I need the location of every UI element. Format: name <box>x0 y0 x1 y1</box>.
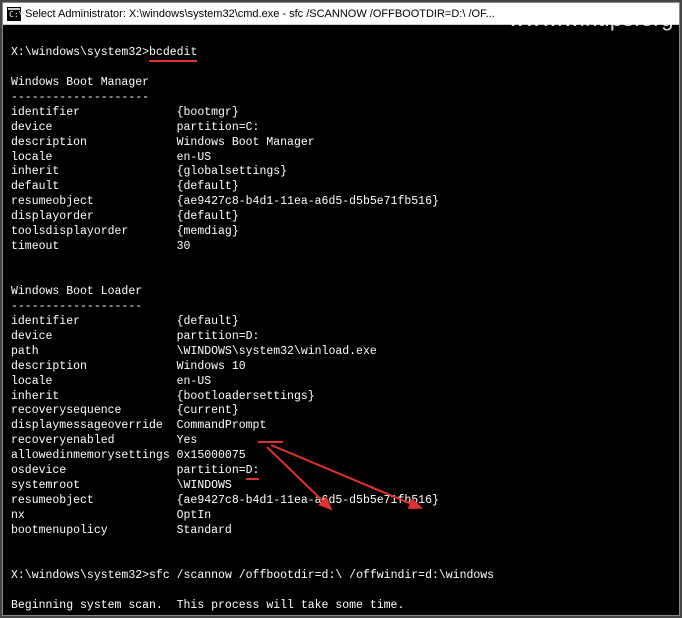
table-row: identifier {default} <box>11 315 671 330</box>
titlebar-text: Select Administrator: X:\windows\system3… <box>25 8 495 20</box>
table-row: bootmenupolicy Standard <box>11 524 671 539</box>
cmd-window: C:\ Select Administrator: X:\windows\sys… <box>2 2 680 616</box>
table-row: identifier {bootmgr} <box>11 106 671 121</box>
titlebar[interactable]: C:\ Select Administrator: X:\windows\sys… <box>3 3 679 25</box>
table-row: description Windows Boot Manager <box>11 136 671 151</box>
table-row: locale en-US <box>11 151 671 166</box>
table-row: default {default} <box>11 180 671 195</box>
table-row: displayorder {default} <box>11 210 671 225</box>
boot-loader-dashes: ------------------- <box>11 300 142 313</box>
table-row: recoverysequence {current} <box>11 404 671 419</box>
table-row: path \WINDOWS\system32\winload.exe <box>11 345 671 360</box>
table-row: inherit {globalsettings} <box>11 165 671 180</box>
table-row: inherit {bootloadersettings} <box>11 390 671 405</box>
boot-manager-header: Windows Boot Manager <box>11 76 149 89</box>
table-row: timeout 30 <box>11 240 671 255</box>
boot-manager-dashes: -------------------- <box>11 91 149 104</box>
cmd-sfc: sfc /scannow /offbootdir=d:\ /offwindir=… <box>149 569 494 582</box>
prompt-prefix: X:\windows\system32> <box>11 569 149 582</box>
table-row: allowedinmemorysettings 0x15000075 <box>11 449 671 464</box>
terminal-area[interactable]: X:\windows\system32>bcdedit Windows Boot… <box>3 25 679 615</box>
prompt-prefix: X:\windows\system32> <box>11 46 149 59</box>
table-row: description Windows 10 <box>11 360 671 375</box>
boot-loader-header: Windows Boot Loader <box>11 285 142 298</box>
table-row: locale en-US <box>11 375 671 390</box>
table-row: toolsdisplayorder {memdiag} <box>11 225 671 240</box>
table-row: displaymessageoverride CommandPrompt <box>11 419 671 434</box>
table-row: device partition=D: <box>11 330 671 345</box>
table-row: recoveryenabled Yes <box>11 434 671 449</box>
cmd-bcdedit: bcdedit <box>149 46 197 62</box>
svg-text:C:\: C:\ <box>9 10 21 19</box>
table-row: device partition=C: <box>11 121 671 136</box>
boot-manager-entries: identifier {bootmgr}device partition=C:d… <box>11 106 671 255</box>
table-row: resumeobject {ae9427c8-b4d1-11ea-a6d5-d5… <box>11 494 671 509</box>
scan-message: Beginning system scan. This process will… <box>11 599 404 612</box>
table-row: nx OptIn <box>11 509 671 524</box>
boot-loader-entries: identifier {default}device partition=D:p… <box>11 315 671 539</box>
cmd-icon: C:\ <box>7 7 21 21</box>
table-row: resumeobject {ae9427c8-b4d1-11ea-a6d5-d5… <box>11 195 671 210</box>
table-row: osdevice partition=D: <box>11 464 671 479</box>
table-row: systemroot \WINDOWS <box>11 479 671 494</box>
